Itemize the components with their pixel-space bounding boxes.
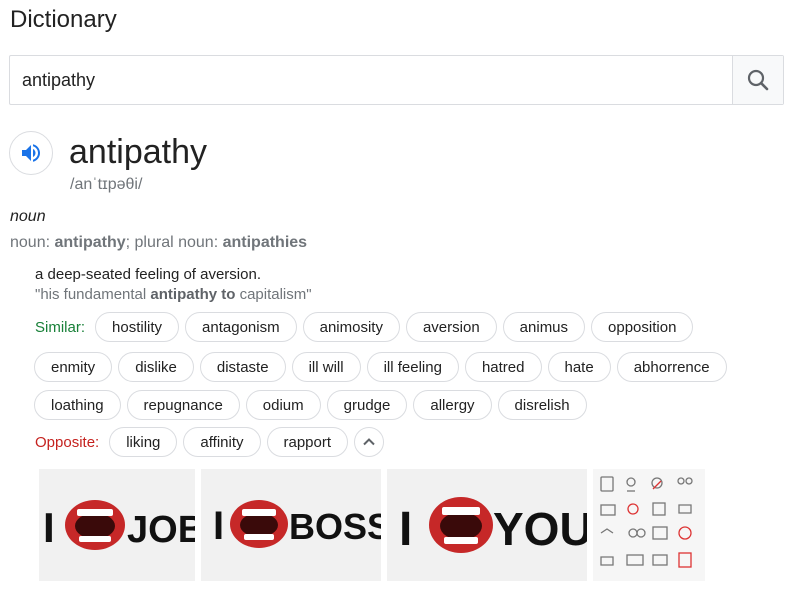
word-forms: noun: antipathy; plural noun: antipathie… — [10, 234, 307, 252]
plural-form: antipathies — [222, 234, 308, 251]
similar-chip[interactable]: antagonism — [185, 312, 297, 342]
similar-chip[interactable]: hate — [547, 352, 611, 382]
opposite-row: Opposite: liking affinity rapport — [35, 427, 385, 457]
search-input[interactable] — [10, 56, 732, 104]
svg-text:I: I — [399, 503, 412, 556]
shouting-mouth-image: I YOU — [399, 497, 587, 556]
collapse-button[interactable] — [354, 427, 385, 457]
svg-text:JOB: JOB — [127, 509, 195, 551]
pronunciation-button[interactable] — [9, 131, 53, 175]
similar-row-2: enmity dislike distaste ill will ill fee… — [34, 352, 733, 382]
image-strip: I JOB I BOSS I YOU — [39, 469, 711, 581]
similar-chip[interactable]: animosity — [302, 312, 400, 342]
noun-label: noun: — [10, 234, 51, 251]
opposite-chip[interactable]: rapport — [266, 427, 349, 457]
similar-chip[interactable]: animus — [502, 312, 586, 342]
image-i-hate-you[interactable]: I YOU — [387, 469, 587, 581]
similar-chip[interactable]: distaste — [199, 352, 286, 382]
opposite-label: Opposite: — [35, 433, 100, 451]
similar-chip[interactable]: enmity — [34, 352, 113, 382]
icon-grid-image — [600, 476, 693, 568]
opposite-chip[interactable]: affinity — [183, 427, 261, 457]
forms-separator: ; — [125, 234, 131, 251]
chevron-up-icon — [363, 438, 375, 446]
speaker-icon — [22, 144, 40, 162]
similar-chip[interactable]: odium — [245, 390, 321, 420]
similar-row-1: Similar: hostility antagonism animosity … — [35, 312, 699, 342]
similar-chip[interactable]: abhorrence — [616, 352, 727, 382]
shouting-mouth-image: I BOSS — [213, 500, 381, 548]
similar-chip[interactable]: allergy — [413, 390, 492, 420]
similar-chip[interactable]: hatred — [464, 352, 542, 382]
shouting-mouth-image: I JOB — [43, 500, 195, 551]
similar-chip[interactable]: aversion — [405, 312, 497, 342]
search-icon — [747, 69, 769, 91]
similar-row-3: loathing repugnance odium grudge allergy… — [34, 390, 593, 420]
similar-chip[interactable]: hostility — [95, 312, 180, 342]
example-open: "his fundamental — [35, 286, 151, 303]
similar-chip[interactable]: grudge — [326, 390, 408, 420]
similar-chip[interactable]: disrelish — [497, 390, 587, 420]
svg-text:I: I — [213, 504, 224, 548]
opposite-chip[interactable]: liking — [109, 427, 178, 457]
example-close: capitalism" — [235, 286, 312, 303]
similar-chip[interactable]: ill feeling — [366, 352, 459, 382]
phonetic: /anˈtɪpəθi/ — [70, 176, 143, 193]
svg-text:BOSS: BOSS — [289, 506, 381, 547]
example-highlight: antipathy to — [150, 286, 236, 303]
image-i-hate-boss[interactable]: I BOSS — [201, 469, 381, 581]
similar-chip[interactable]: opposition — [591, 312, 694, 342]
similar-chip[interactable]: dislike — [118, 352, 194, 382]
similar-chip[interactable]: ill will — [291, 352, 361, 382]
page-title: Dictionary — [10, 6, 117, 33]
search-bar — [9, 55, 784, 105]
svg-text:I: I — [43, 504, 55, 551]
similar-chip[interactable]: repugnance — [126, 390, 240, 420]
image-i-hate-job[interactable]: I JOB — [39, 469, 195, 581]
example-sentence: "his fundamental antipathy to capitalism… — [35, 286, 312, 303]
similar-chip[interactable]: loathing — [34, 390, 121, 420]
definition: a deep-seated feeling of aversion. — [35, 266, 261, 283]
headword: antipathy — [69, 133, 207, 171]
svg-text:YOU: YOU — [493, 503, 587, 555]
search-button[interactable] — [732, 56, 783, 104]
image-icon-grid[interactable] — [593, 469, 705, 581]
part-of-speech: noun — [10, 208, 46, 225]
plural-label: plural noun: — [134, 234, 219, 251]
similar-label: Similar: — [35, 318, 86, 336]
noun-form: antipathy — [54, 234, 126, 251]
